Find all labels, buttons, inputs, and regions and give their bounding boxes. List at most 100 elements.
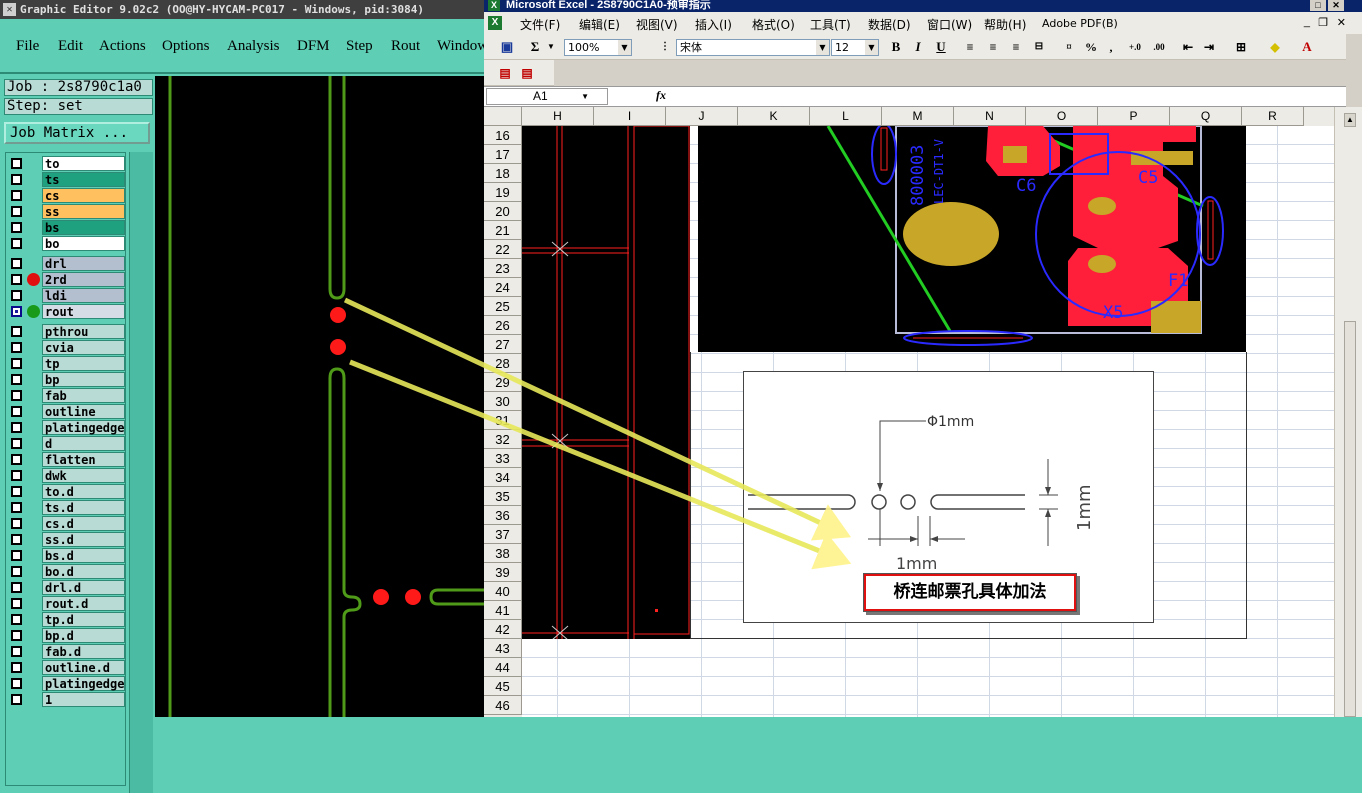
row-header-17[interactable]: 17	[484, 145, 522, 164]
layer-row-outline[interactable]: outline	[8, 404, 125, 419]
layer-row-bo-d[interactable]: bo.d	[8, 564, 125, 579]
layer-name[interactable]: cvia	[42, 340, 125, 355]
row-header-33[interactable]: 33	[484, 449, 522, 468]
row-header-30[interactable]: 30	[484, 392, 522, 411]
workbook-icon[interactable]: X	[488, 16, 502, 30]
close-icon[interactable]: ✕	[1337, 16, 1346, 29]
layer-checkbox[interactable]	[11, 614, 22, 625]
layer-name[interactable]: fab	[42, 388, 125, 403]
menu-help[interactable]: 帮助(H)	[984, 16, 1026, 33]
layer-checkbox[interactable]	[11, 566, 22, 577]
row-header-40[interactable]: 40	[484, 582, 522, 601]
column-header-m[interactable]: M	[882, 107, 954, 126]
menu-options[interactable]: Options	[162, 38, 210, 55]
row-header-21[interactable]: 21	[484, 221, 522, 240]
layer-row-fab-d[interactable]: fab.d	[8, 644, 125, 659]
row-header-36[interactable]: 36	[484, 506, 522, 525]
layer-checkbox[interactable]	[11, 646, 22, 657]
layer-name[interactable]: platingedge	[42, 420, 125, 435]
layer-name[interactable]: cs	[42, 188, 125, 203]
column-header-n[interactable]: N	[954, 107, 1026, 126]
layer-name[interactable]: drl	[42, 256, 125, 271]
currency-icon[interactable]: ¤	[1060, 38, 1078, 56]
layer-checkbox[interactable]	[11, 374, 22, 385]
layer-name[interactable]: bs	[42, 220, 125, 235]
layer-row-drl-d[interactable]: drl.d	[8, 580, 125, 595]
layer-row-rout[interactable]: rout	[8, 304, 125, 319]
layer-checkbox[interactable]	[11, 190, 22, 201]
row-header-32[interactable]: 32	[484, 430, 522, 449]
layer-row-platingedge[interactable]: platingedge	[8, 676, 125, 691]
minimize-icon[interactable]: _	[1304, 16, 1310, 28]
layer-row-to[interactable]: to	[8, 156, 125, 171]
row-header-24[interactable]: 24	[484, 278, 522, 297]
row-header-42[interactable]: 42	[484, 620, 522, 639]
layer-checkbox[interactable]	[11, 550, 22, 561]
name-box[interactable]: A1 ▼	[486, 88, 608, 105]
vertical-scrollbar[interactable]: ▲	[1334, 107, 1362, 717]
font-select[interactable]: 宋体 ▼	[676, 39, 830, 56]
row-header-41[interactable]: 41	[484, 601, 522, 620]
underline-icon[interactable]: U	[932, 38, 950, 56]
layer-checkbox[interactable]	[11, 454, 22, 465]
row-header-28[interactable]: 28	[484, 354, 522, 373]
column-header-r[interactable]: R	[1242, 107, 1304, 126]
layer-row-flatten[interactable]: flatten	[8, 452, 125, 467]
row-header-23[interactable]: 23	[484, 259, 522, 278]
layer-checkbox[interactable]	[11, 694, 22, 705]
row-header-25[interactable]: 25	[484, 297, 522, 316]
layer-checkbox[interactable]	[11, 390, 22, 401]
layer-checkbox[interactable]	[11, 534, 22, 545]
layer-checkbox[interactable]	[11, 582, 22, 593]
layer-row-outline-d[interactable]: outline.d	[8, 660, 125, 675]
menu-format[interactable]: 格式(O)	[752, 16, 795, 33]
percent-icon[interactable]: %	[1082, 38, 1100, 56]
row-header-38[interactable]: 38	[484, 544, 522, 563]
layer-row-drl[interactable]: drl	[8, 256, 125, 271]
menu-tools[interactable]: 工具(T)	[810, 16, 851, 33]
row-header-34[interactable]: 34	[484, 468, 522, 487]
menu-rout[interactable]: Rout	[391, 38, 420, 55]
layer-name[interactable]: to.d	[42, 484, 125, 499]
layer-row-pthrou[interactable]: pthrou	[8, 324, 125, 339]
row-header-20[interactable]: 20	[484, 202, 522, 221]
menu-insert[interactable]: 插入(I)	[695, 16, 732, 33]
layer-checkbox[interactable]	[11, 422, 22, 433]
layer-row-cs[interactable]: cs	[8, 188, 125, 203]
layer-row-d[interactable]: d	[8, 436, 125, 451]
layer-checkbox[interactable]	[11, 290, 22, 301]
layer-name[interactable]: 1	[42, 692, 125, 707]
menu-analysis[interactable]: Analysis	[227, 38, 280, 55]
restore-icon[interactable]: ❐	[1318, 16, 1328, 29]
layer-checkbox[interactable]	[11, 274, 22, 285]
layer-name[interactable]: outline.d	[42, 660, 125, 675]
layer-row-ss-d[interactable]: ss.d	[8, 532, 125, 547]
layer-row-tp[interactable]: tp	[8, 356, 125, 371]
menu-edit[interactable]: Edit	[58, 38, 83, 55]
layer-name[interactable]: cs.d	[42, 516, 125, 531]
layer-row-ldi[interactable]: ldi	[8, 288, 125, 303]
layer-checkbox[interactable]	[11, 342, 22, 353]
row-header-22[interactable]: 22	[484, 240, 522, 259]
column-header-p[interactable]: P	[1098, 107, 1170, 126]
row-header-16[interactable]: 16	[484, 126, 522, 145]
pdf-icon[interactable]: ▤	[496, 64, 514, 82]
layer-name[interactable]: ldi	[42, 288, 125, 303]
row-header-46[interactable]: 46	[484, 696, 522, 715]
row-header-26[interactable]: 26	[484, 316, 522, 335]
layer-name[interactable]: ts.d	[42, 500, 125, 515]
layer-row-bp-d[interactable]: bp.d	[8, 628, 125, 643]
row-header-18[interactable]: 18	[484, 164, 522, 183]
bold-icon[interactable]: B	[887, 38, 905, 56]
layer-name[interactable]: d	[42, 436, 125, 451]
layer-checkbox[interactable]	[11, 486, 22, 497]
column-header-h[interactable]: H	[522, 107, 594, 126]
layer-name[interactable]: tp	[42, 356, 125, 371]
column-header-l[interactable]: L	[810, 107, 882, 126]
font-size-select[interactable]: 12 ▼	[831, 39, 879, 56]
layer-name[interactable]: to	[42, 156, 125, 171]
layer-checkbox[interactable]	[11, 306, 22, 317]
layer-name[interactable]: outline	[42, 404, 125, 419]
menu-adobe-pdf[interactable]: Adobe PDF(B)	[1042, 17, 1118, 30]
layer-name[interactable]: 2rd	[42, 272, 125, 287]
